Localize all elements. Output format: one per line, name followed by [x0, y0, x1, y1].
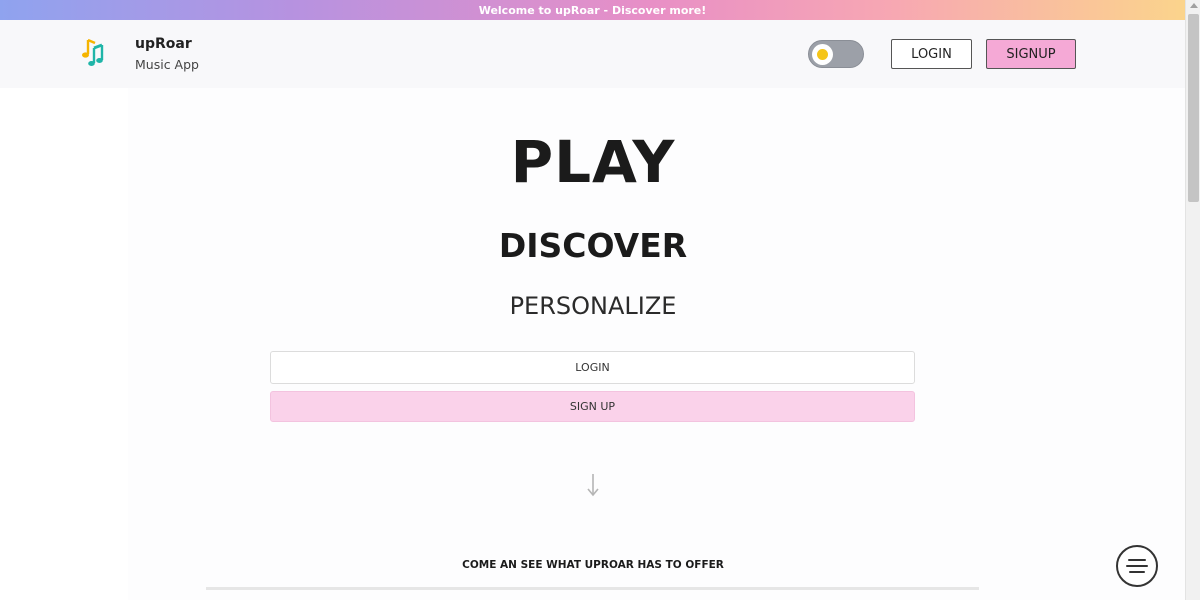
brand-name[interactable]: upRoar [135, 36, 192, 52]
scroll-up-arrow-icon[interactable] [1190, 3, 1198, 8]
site-header: upRoar Music App LOGIN SIGNUP [0, 20, 1185, 88]
welcome-banner: Welcome to upRoar - Discover more! [0, 0, 1185, 20]
sun-icon [817, 49, 828, 60]
menu-icon [1128, 559, 1146, 561]
header-login-button[interactable]: LOGIN [891, 39, 972, 69]
offer-heading: COME AN SEE WHAT UPROAR HAS TO OFFER [462, 559, 724, 571]
hero-signup-button[interactable]: SIGN UP [270, 391, 915, 422]
menu-icon-line [1129, 571, 1145, 573]
music-notes-icon[interactable] [80, 36, 112, 68]
hero-title-personalize: PERSONALIZE [509, 292, 677, 320]
scroll-thumb[interactable] [1188, 14, 1199, 202]
hero-login-button[interactable]: LOGIN [270, 351, 915, 384]
hero-title-discover: DISCOVER [498, 226, 688, 265]
toggle-knob [812, 44, 833, 65]
section-divider [206, 587, 979, 590]
banner-text: Welcome to upRoar - Discover more! [478, 3, 707, 17]
hero-section: PLAY DISCOVER PERSONALIZE LOGIN SIGN UP … [128, 88, 1185, 600]
theme-toggle[interactable] [808, 40, 864, 68]
header-signup-button[interactable]: SIGNUP [986, 39, 1076, 69]
menu-button[interactable] [1116, 545, 1158, 587]
hero-title-play: PLAY [510, 128, 676, 196]
brand-subtitle: Music App [135, 57, 199, 72]
page-scrollbar[interactable] [1185, 0, 1200, 600]
arrow-down-icon[interactable] [583, 472, 603, 498]
menu-icon-line [1126, 565, 1148, 567]
